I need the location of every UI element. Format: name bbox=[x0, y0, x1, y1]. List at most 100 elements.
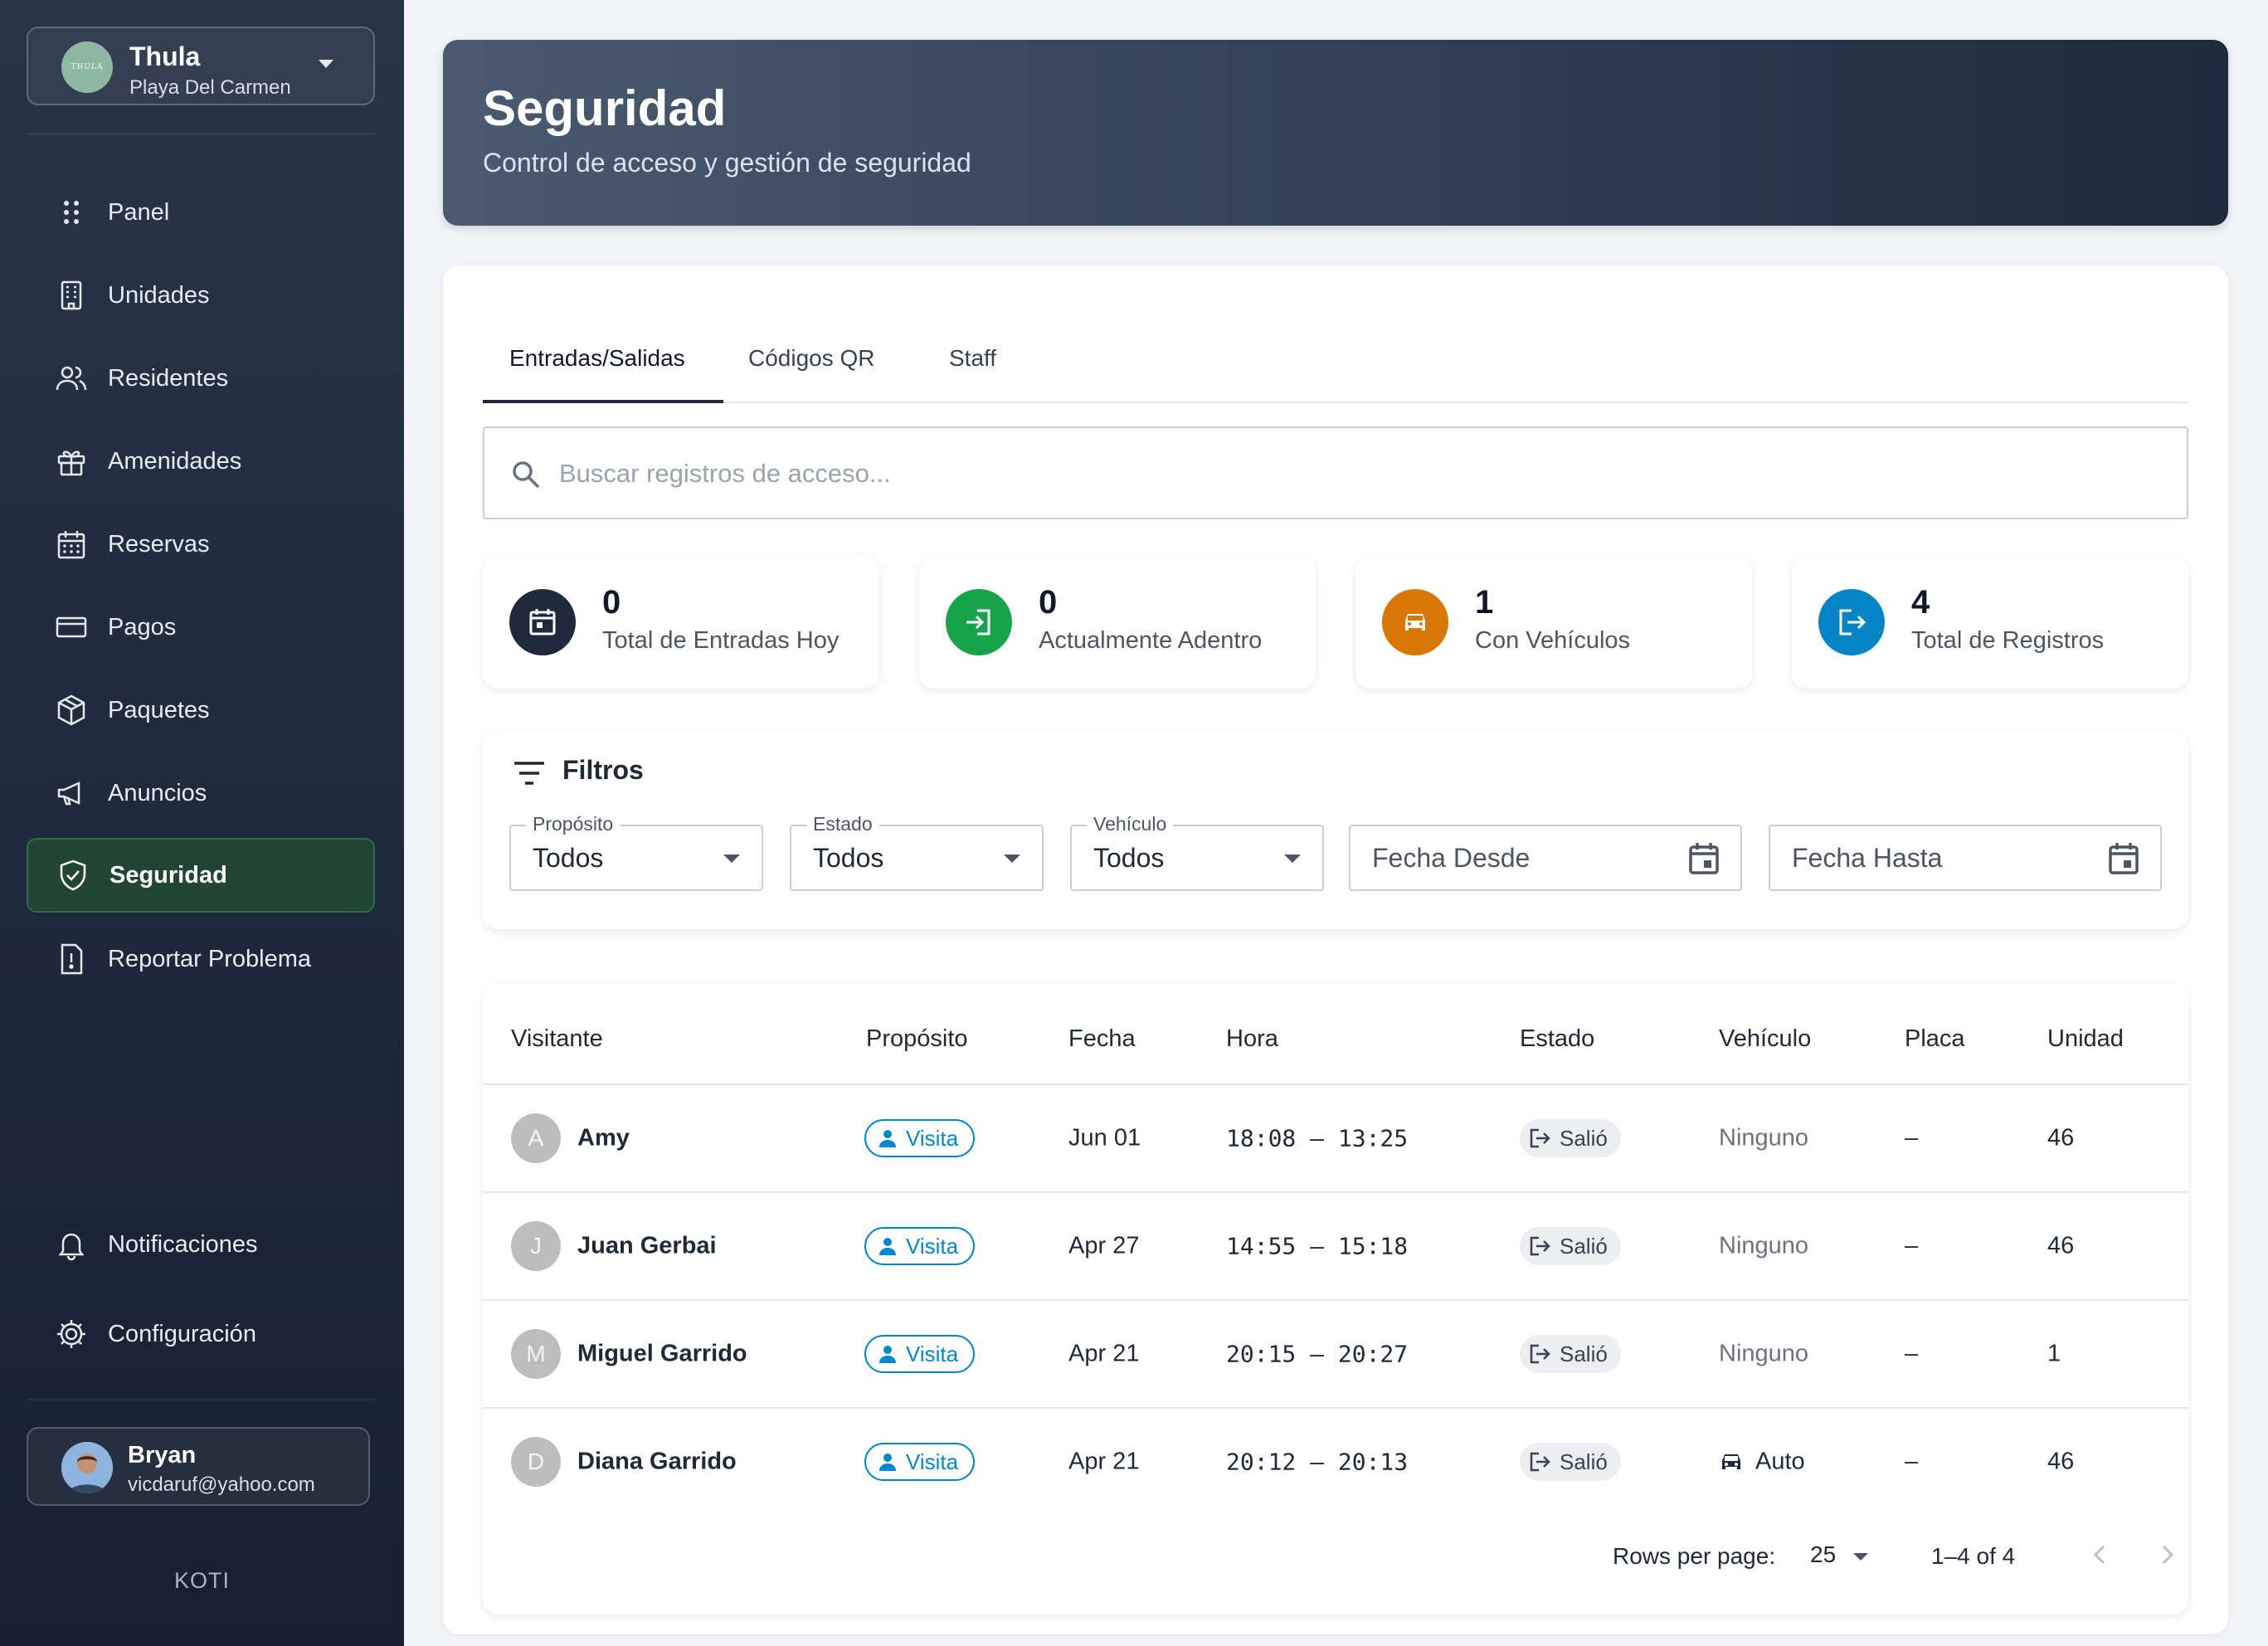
organization-name: Thula bbox=[129, 41, 201, 71]
sidebar-item-label: Reportar Problema bbox=[108, 945, 311, 972]
main-content: Entradas/Salidas Códigos QR Staff 0 Tota… bbox=[443, 265, 2228, 1634]
entry-time: 18:08 – 13:25 bbox=[1226, 1124, 1409, 1152]
tab-codigos-qr[interactable]: Códigos QR bbox=[748, 345, 875, 372]
sidebar-item-reservas[interactable]: Reservas bbox=[27, 507, 375, 582]
stat-label: Actualmente Adentro bbox=[1039, 627, 1263, 654]
sidebar-item-configuracion[interactable]: Configuración bbox=[27, 1297, 375, 1371]
chevron-down-icon bbox=[319, 60, 333, 68]
user-profile-card[interactable]: Bryan vicdaruf@yahoo.com bbox=[27, 1427, 370, 1506]
sidebar-item-anuncios[interactable]: Anuncios bbox=[27, 756, 375, 830]
stat-label: Total de Registros bbox=[1911, 627, 2105, 654]
purpose-chip-label: Visita bbox=[906, 1233, 959, 1259]
access-log-table: Visitante Propósito Fecha Hora Estado Ve… bbox=[483, 984, 2188, 1614]
calendar-icon bbox=[57, 531, 85, 559]
sidebar-item-amenidades[interactable]: Amenidades bbox=[27, 424, 375, 499]
sidebar-item-notificaciones[interactable]: Notificaciones bbox=[27, 1207, 375, 1282]
purpose-select-value: Todos bbox=[533, 843, 604, 873]
column-header[interactable]: Vehículo bbox=[1719, 1025, 1811, 1053]
date-to-field[interactable]: Fecha Hasta bbox=[1769, 825, 2162, 891]
table-row[interactable]: M Miguel Garrido Visita Apr 21 20:15 – 2… bbox=[483, 1299, 2188, 1407]
chevron-right-icon[interactable] bbox=[2150, 1538, 2183, 1571]
avatar bbox=[61, 1442, 113, 1493]
date-from-field[interactable]: Fecha Desde bbox=[1349, 825, 1742, 891]
divider bbox=[27, 133, 375, 134]
plate-value: – bbox=[1905, 1340, 1919, 1367]
table-row[interactable]: D Diana Garrido Visita Apr 21 20:12 – 20… bbox=[483, 1407, 2188, 1515]
plate-value: – bbox=[1905, 1448, 1919, 1475]
vehicle-select-label: Vehículo bbox=[1087, 813, 1174, 835]
stat-value: 0 bbox=[602, 584, 621, 621]
table-row[interactable]: J Juan Gerbai Visita Apr 27 14:55 – 15:1… bbox=[483, 1191, 2188, 1299]
page-title: Seguridad bbox=[483, 80, 727, 136]
stat-card-con-vehiculos: 1 Con Vehículos bbox=[1355, 556, 1752, 689]
sidebar-item-panel[interactable]: Panel bbox=[27, 175, 375, 250]
stat-icon-circle bbox=[1382, 589, 1448, 655]
sidebar-item-label: Reservas bbox=[108, 530, 210, 558]
vehicle-value: Ninguno bbox=[1719, 1232, 1809, 1259]
stat-icon-circle bbox=[1818, 589, 1885, 655]
rows-per-page-select[interactable]: 25 bbox=[1810, 1541, 1836, 1568]
sidebar-item-label: Residentes bbox=[108, 364, 229, 392]
tab-entradas-salidas[interactable]: Entradas/Salidas bbox=[509, 345, 685, 372]
person-icon bbox=[879, 1130, 896, 1147]
divider bbox=[27, 1399, 375, 1400]
purpose-chip: Visita bbox=[864, 1119, 976, 1157]
state-select[interactable]: Estado Todos bbox=[790, 813, 1044, 891]
sidebar-item-label: Amenidades bbox=[108, 447, 242, 475]
plate-value: – bbox=[1905, 1124, 1919, 1152]
sidebar-item-residentes[interactable]: Residentes bbox=[27, 341, 375, 416]
sidebar-item-seguridad[interactable]: Seguridad bbox=[27, 838, 375, 913]
report-icon bbox=[61, 943, 83, 975]
avatar: J bbox=[511, 1221, 561, 1271]
sidebar-item-reportar-problema[interactable]: Reportar Problema bbox=[27, 922, 375, 996]
sidebar-item-label: Notificaciones bbox=[108, 1230, 258, 1258]
column-header[interactable]: Estado bbox=[1520, 1025, 1594, 1053]
building-icon bbox=[61, 280, 82, 310]
calendar-icon[interactable] bbox=[2107, 841, 2140, 876]
search-input[interactable] bbox=[559, 453, 2135, 494]
tab-staff[interactable]: Staff bbox=[949, 345, 996, 372]
column-header[interactable]: Visitante bbox=[511, 1025, 603, 1053]
visitor-name: Amy bbox=[577, 1124, 630, 1152]
calendar-icon bbox=[529, 609, 556, 636]
card-icon bbox=[56, 616, 87, 638]
status-label: Salió bbox=[1560, 1449, 1608, 1474]
status-label: Salió bbox=[1560, 1233, 1608, 1259]
entry-time: 14:55 – 15:18 bbox=[1226, 1232, 1409, 1260]
chevron-left-icon[interactable] bbox=[2084, 1538, 2117, 1571]
sidebar-item-paquetes[interactable]: Paquetes bbox=[27, 673, 375, 748]
grid-dots-icon bbox=[64, 201, 79, 224]
column-header[interactable]: Unidad bbox=[2047, 1025, 2124, 1053]
organization-location: Playa Del Carmen bbox=[129, 76, 291, 99]
chevron-down-icon[interactable] bbox=[1853, 1553, 1868, 1561]
car-icon bbox=[1722, 1454, 1740, 1469]
calendar-icon[interactable] bbox=[1687, 841, 1720, 876]
bell-icon bbox=[58, 1233, 85, 1261]
vehicle-select[interactable]: Vehículo Todos bbox=[1070, 813, 1324, 891]
purpose-select[interactable]: Propósito Todos bbox=[509, 813, 763, 891]
entry-date: Apr 27 bbox=[1068, 1232, 1140, 1259]
sidebar-item-label: Panel bbox=[108, 198, 170, 226]
tab-bar: Entradas/Salidas Códigos QR Staff bbox=[483, 315, 2188, 403]
unit-value: 1 bbox=[2047, 1340, 2061, 1367]
stat-icon-circle bbox=[509, 589, 576, 655]
sidebar-item-unidades[interactable]: Unidades bbox=[27, 258, 375, 333]
column-header[interactable]: Propósito bbox=[866, 1025, 968, 1053]
purpose-chip-label: Visita bbox=[906, 1449, 959, 1474]
organization-switcher[interactable]: THULA Thula Playa Del Carmen bbox=[27, 27, 375, 105]
stat-label: Total de Entradas Hoy bbox=[602, 627, 840, 654]
stat-card-entradas-hoy: 0 Total de Entradas Hoy bbox=[483, 556, 879, 689]
sidebar-item-pagos[interactable]: Pagos bbox=[27, 590, 375, 665]
state-select-label: Estado bbox=[806, 813, 879, 835]
column-header[interactable]: Fecha bbox=[1068, 1025, 1136, 1053]
filters-title: Filtros bbox=[562, 755, 644, 785]
column-header[interactable]: Placa bbox=[1905, 1025, 1965, 1053]
chevron-down-icon bbox=[1284, 855, 1301, 863]
sidebar-item-label: Seguridad bbox=[110, 861, 227, 889]
sidebar: THULA Thula Playa Del Carmen Panel Unida… bbox=[0, 0, 404, 1646]
megaphone-icon bbox=[57, 782, 80, 806]
status-label: Salió bbox=[1560, 1341, 1608, 1366]
purpose-chip-label: Visita bbox=[906, 1125, 959, 1151]
table-row[interactable]: A Amy Visita Jun 01 18:08 – 13:25 Salió … bbox=[483, 1084, 2188, 1191]
column-header[interactable]: Hora bbox=[1226, 1025, 1278, 1053]
